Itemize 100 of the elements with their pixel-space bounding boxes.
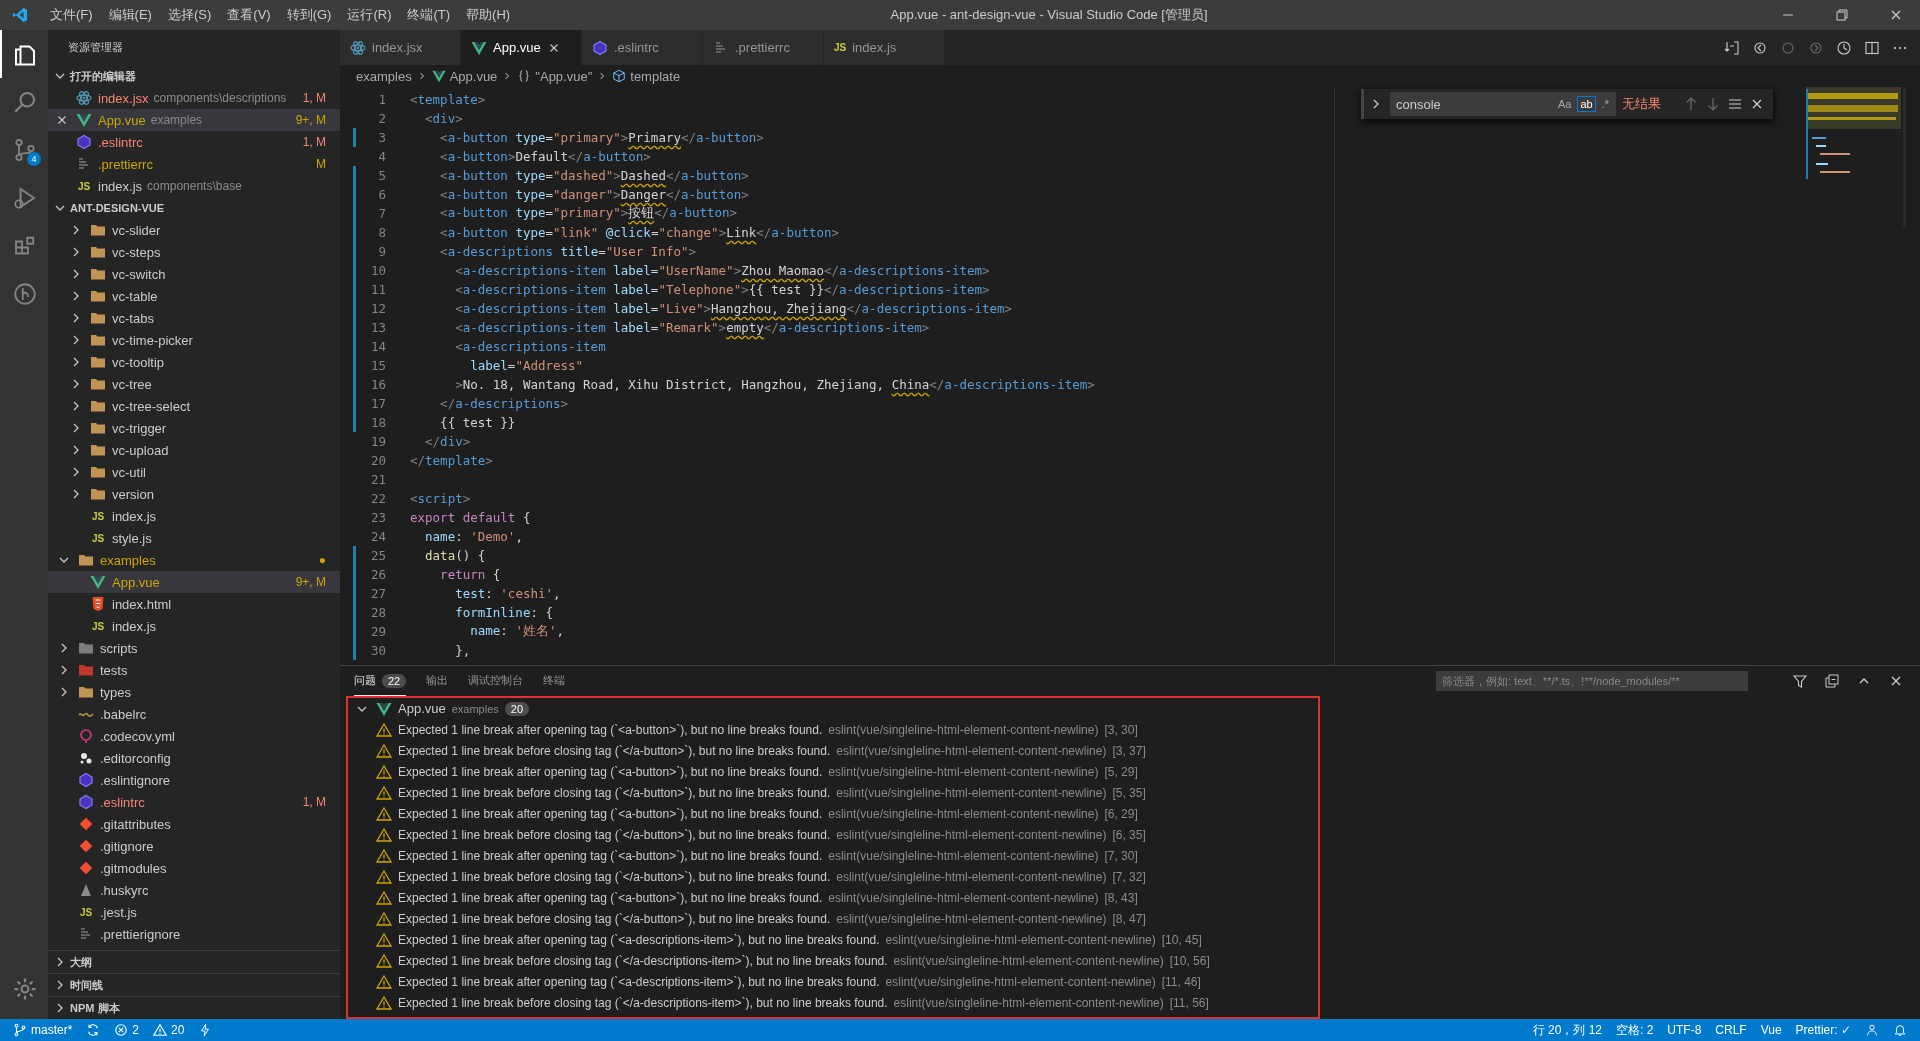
problem-group[interactable]: App.vue examples 20 [348, 698, 1318, 719]
branch-icon[interactable] [13, 1023, 27, 1037]
menu-item[interactable]: 文件(F) [42, 6, 101, 24]
status-item[interactable]: CRLF [1708, 1023, 1754, 1037]
file-item[interactable]: .huskyrc [48, 879, 340, 901]
graph-icon[interactable] [13, 282, 37, 306]
find-option[interactable]: .* [1598, 96, 1612, 112]
folder-item[interactable]: vc-table [48, 285, 340, 307]
filter-icon[interactable] [1792, 673, 1808, 689]
breadcrumb-item[interactable]: "App.vue" [535, 68, 593, 84]
editor-tab[interactable]: JS index.js [824, 30, 945, 65]
sync-icon[interactable] [86, 1023, 101, 1037]
status-item[interactable]: master* [6, 1023, 80, 1037]
editor-tab[interactable]: .eslintrc [582, 30, 703, 65]
folder-item[interactable]: vc-upload [48, 439, 340, 461]
menu-item[interactable]: 选择(S) [159, 6, 220, 24]
problem-message[interactable]: Expected 1 line break before closing tag (`</a-button>`), but no line breaks found. [398, 743, 831, 758]
problem-message[interactable]: Expected 1 line break before closing tag (`</a-button>`), but no line breaks found. [398, 911, 831, 926]
problem-message[interactable]: Expected 1 line break after opening tag (`<a-button>`), but no line breaks found. [398, 848, 823, 863]
panel-tab[interactable]: 问题 22 [354, 666, 407, 696]
menu-item[interactable]: 终端(T) [399, 6, 459, 24]
menu-item[interactable]: 帮助(H) [458, 6, 519, 24]
menu-item[interactable]: 运行(R) [339, 6, 400, 24]
problem-message[interactable]: Expected 1 line break after opening tag (`<a-button>`), but no line breaks found. [398, 722, 823, 737]
problem-message[interactable]: Expected 1 line break before closing tag (`</a-button>`), but no line breaks found. [398, 827, 831, 842]
panel-tab[interactable]: 终端 [543, 666, 566, 696]
folder-item[interactable]: vc-steps [48, 241, 340, 263]
status-item[interactable]: 空格: 2 [1609, 1021, 1661, 1039]
folder-item[interactable]: vc-tooltip [48, 351, 340, 373]
run-icon[interactable] [13, 186, 37, 210]
problem-message[interactable]: Expected 1 line break after opening tag (`<a-button>`), but no line breaks found. [398, 890, 823, 905]
status-item[interactable]: 20 [146, 1023, 192, 1037]
source-control-icon[interactable] [13, 138, 37, 162]
problem-message[interactable]: Expected 1 line break after opening tag (`<a-button>`), but no line breaks found. [398, 806, 823, 821]
editor-tab[interactable]: App.vue [461, 30, 582, 65]
folder-item[interactable]: version [48, 483, 340, 505]
find-option[interactable]: Aa [1554, 96, 1575, 112]
section-header[interactable]: 大纲 [48, 950, 340, 973]
folder-item[interactable]: vc-switch [48, 263, 340, 285]
editor-tab[interactable]: index.jsx [340, 30, 461, 65]
status-item[interactable]: 2 [107, 1023, 147, 1037]
folder-item[interactable]: vc-tree [48, 373, 340, 395]
folder-item[interactable]: scripts [48, 637, 340, 659]
folder-item[interactable]: vc-slider [48, 219, 340, 241]
file-item[interactable]: .eslintignore [48, 769, 340, 791]
menu-item[interactable]: 编辑(E) [100, 6, 160, 24]
file-item[interactable]: JS .jest.js [48, 901, 340, 923]
problem-message[interactable]: Expected 1 line break before closing tag (`</a-button>`), but no line breaks found. [398, 869, 831, 884]
settings-icon[interactable] [13, 977, 37, 1001]
menu-item[interactable]: 转到(G) [278, 6, 340, 24]
folder-item[interactable]: vc-trigger [48, 417, 340, 439]
bell-icon[interactable] [1893, 1023, 1907, 1037]
breadcrumb-item[interactable]: template [630, 68, 681, 84]
menu-item[interactable]: 查看(V) [219, 6, 279, 24]
folder-item[interactable]: vc-tabs [48, 307, 340, 329]
problem-message[interactable]: Expected 1 line break before closing tag (`</a-button>`), but no line breaks found. [398, 785, 831, 800]
search-icon[interactable] [13, 90, 37, 114]
file-item[interactable]: JS index.js [48, 505, 340, 527]
timeline-icon[interactable] [1836, 39, 1852, 56]
folder-item[interactable]: types [48, 681, 340, 703]
open-editor-item[interactable]: .eslintrc 1, M [48, 131, 340, 153]
section-header[interactable]: 打开的编辑器 [48, 65, 340, 87]
forward-icon[interactable] [1808, 39, 1824, 56]
file-item[interactable]: App.vue 9+, M [48, 571, 340, 593]
panel-tab[interactable]: 调试控制台 [468, 666, 524, 696]
open-editor-item[interactable]: App.vue examples 9+, M [48, 109, 340, 131]
compare-icon[interactable] [1724, 39, 1740, 56]
folder-item[interactable]: vc-time-picker [48, 329, 340, 351]
status-item[interactable]: Vue [1753, 1023, 1789, 1037]
filter-field[interactable]: 筛选器，例如: text、**/*.ts、!**/node_modules/** [1436, 671, 1748, 691]
file-item[interactable]: .eslintrc 1, M [48, 791, 340, 813]
folder-item[interactable]: vc-tree-select [48, 395, 340, 417]
file-item[interactable]: JS index.js [48, 615, 340, 637]
folder-item[interactable]: examples ● [48, 549, 340, 571]
lines-icon[interactable] [1727, 96, 1743, 112]
problem-message[interactable]: Expected 1 line break before closing tag (`</a-descriptions-item>`), but no line breaks found. [398, 953, 888, 968]
back-icon[interactable] [1752, 39, 1768, 56]
restore-icon[interactable] [1834, 7, 1850, 23]
panel-tab[interactable]: 输出 [426, 666, 449, 696]
person-icon[interactable] [1865, 1023, 1879, 1037]
breadcrumb-item[interactable]: examples [356, 68, 412, 84]
open-editor-item[interactable]: .prettierrc M [48, 153, 340, 175]
section-header[interactable]: 时间线 [48, 973, 340, 996]
status-item[interactable]: UTF-8 [1660, 1023, 1709, 1037]
editor-tab[interactable]: .prettierrc [703, 30, 824, 65]
folder-item[interactable]: tests [48, 659, 340, 681]
problem-message[interactable]: Expected 1 line break after opening tag (`<a-descriptions-item>`), but no line breaks found. [398, 974, 880, 989]
file-item[interactable]: .gitattributes [48, 813, 340, 835]
problem-message[interactable]: Expected 1 line break after opening tag (`<a-descriptions-item>`), but no line breaks found. [398, 932, 880, 947]
file-item[interactable]: .gitmodules [48, 857, 340, 879]
file-item[interactable]: .babelrc [48, 703, 340, 725]
problem-message[interactable]: Expected 1 line break before closing tag (`</a-descriptions-item>`), but no line breaks found. [398, 995, 888, 1010]
file-item[interactable]: .codecov.yml [48, 725, 340, 747]
open-editor-item[interactable]: index.jsx components\descriptions 1, M [48, 87, 340, 109]
file-item[interactable]: index.html [48, 593, 340, 615]
find-option[interactable]: ab [1577, 96, 1596, 112]
open-editor-item[interactable]: JS index.js components\base [48, 175, 340, 197]
problem-message[interactable]: Expected 1 line break after opening tag (`<a-button>`), but no line breaks found. [398, 764, 823, 779]
file-item[interactable]: .editorconfig [48, 747, 340, 769]
file-item[interactable]: .gitignore [48, 835, 340, 857]
